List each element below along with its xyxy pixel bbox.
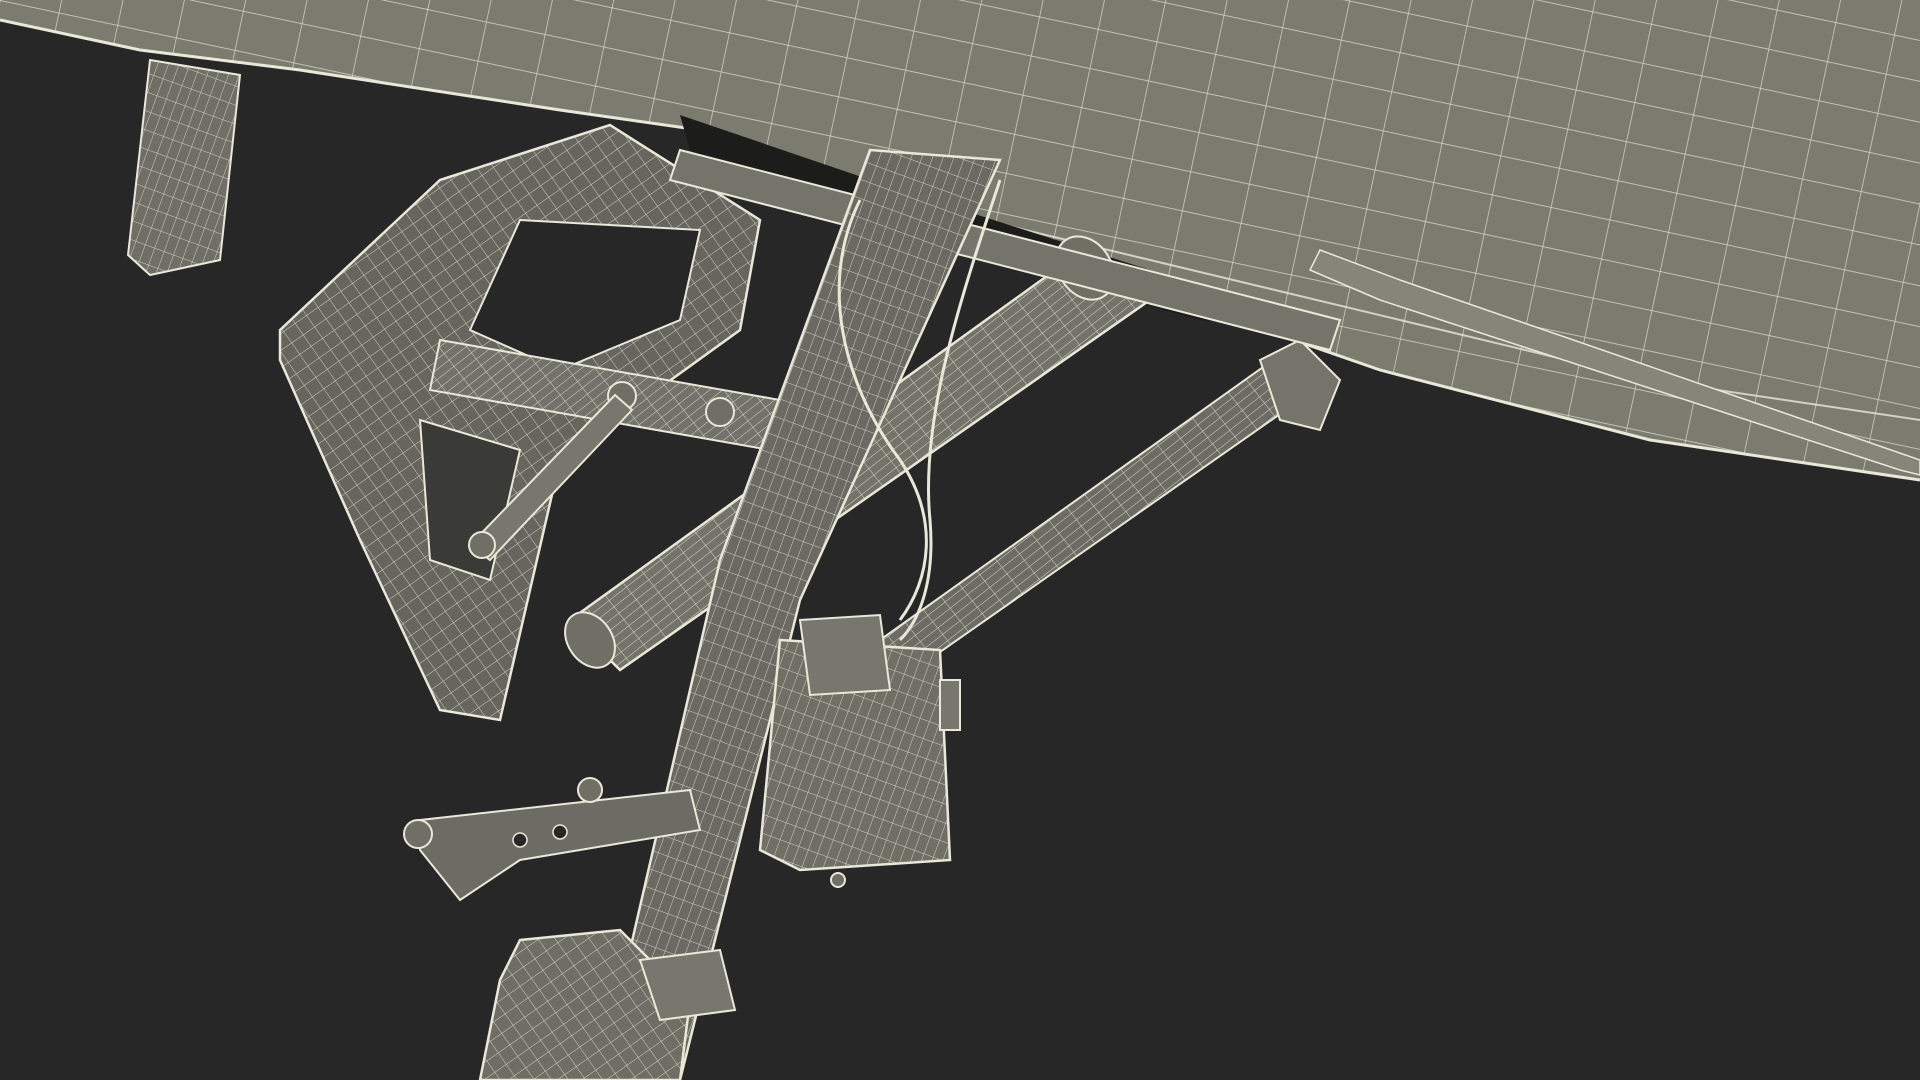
- linkage-hole-1: [512, 832, 528, 848]
- housing-side-tab: [939, 679, 961, 731]
- skeg-fin: [126, 58, 242, 277]
- lower-clamp-bracket: [478, 928, 737, 1080]
- linkage-pin-mid: [577, 777, 603, 803]
- render-viewport: [0, 0, 1920, 1080]
- pump-motor-housing: [758, 613, 961, 888]
- wireframe-scene: [0, 0, 1920, 1080]
- pivot-pin-right: [705, 397, 735, 427]
- linkage-pin-left: [403, 819, 433, 849]
- rod-end-pin: [468, 531, 496, 559]
- linkage-hole-2: [552, 824, 568, 840]
- housing-bolt: [830, 872, 846, 888]
- housing-top-cap: [798, 613, 892, 697]
